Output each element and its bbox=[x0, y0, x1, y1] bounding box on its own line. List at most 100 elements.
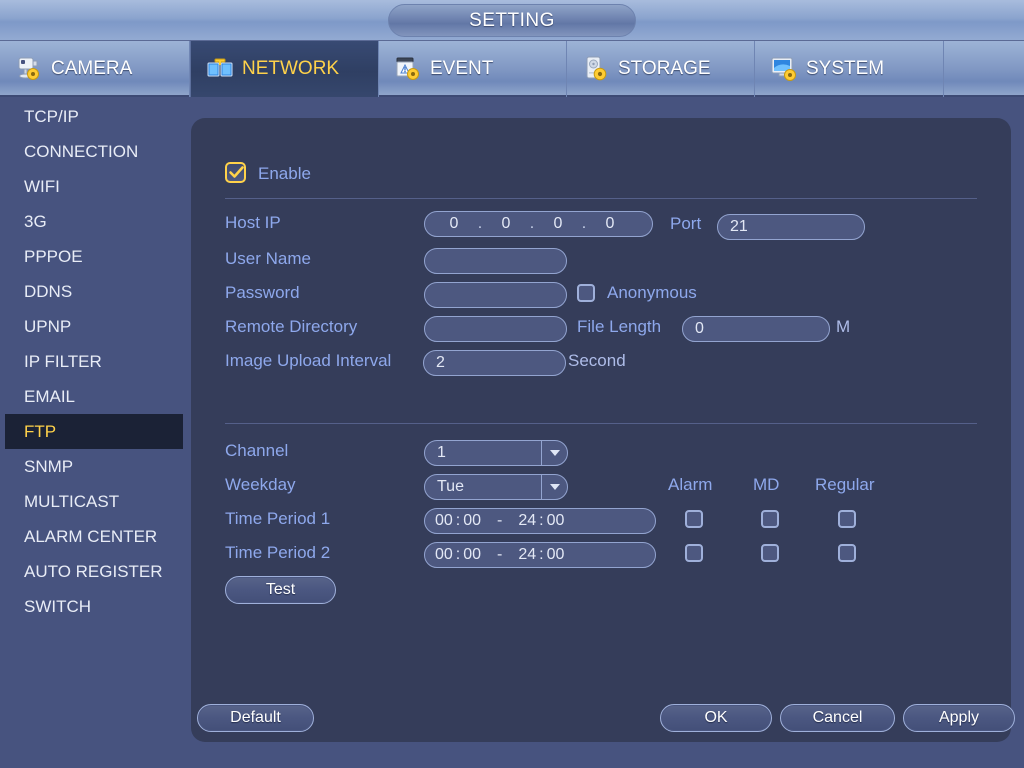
apply-button[interactable]: Apply bbox=[903, 704, 1015, 732]
divider-middle bbox=[225, 423, 977, 424]
tab-camera[interactable]: CAMERA bbox=[0, 41, 190, 97]
tab-system-label: SYSTEM bbox=[806, 58, 885, 79]
chevron-down-icon[interactable] bbox=[541, 441, 567, 465]
column-header-md: MD bbox=[753, 475, 780, 494]
sidebar-item-multicast[interactable]: MULTICAST bbox=[0, 484, 190, 519]
tp2-start-hour: 00 bbox=[435, 546, 453, 563]
harddisk-gear-icon bbox=[581, 54, 611, 84]
user-name-input[interactable] bbox=[424, 248, 567, 274]
time-period-1-regular-checkbox[interactable] bbox=[838, 510, 856, 528]
image-upload-interval-input[interactable]: 2 bbox=[423, 350, 566, 376]
tp2-end-hour: 24 bbox=[518, 546, 537, 563]
time-period-1-alarm-checkbox[interactable] bbox=[685, 510, 703, 528]
ok-button[interactable]: OK bbox=[660, 704, 772, 732]
divider-top bbox=[225, 198, 977, 199]
host-ip-octet-4: 0 bbox=[605, 215, 615, 232]
host-ip-octet-2: 0 bbox=[501, 215, 511, 232]
tab-network[interactable]: NETWORK bbox=[190, 41, 379, 97]
port-label: Port bbox=[670, 214, 702, 233]
time-period-2-regular-checkbox[interactable] bbox=[838, 544, 856, 562]
tab-network-label: NETWORK bbox=[242, 58, 340, 79]
tp2-start-min: 00 bbox=[463, 546, 482, 563]
anonymous-checkbox[interactable] bbox=[577, 284, 595, 302]
tp1-colon-2: : bbox=[539, 512, 544, 529]
cancel-button[interactable]: Cancel bbox=[780, 704, 895, 732]
main-tab-bar: CAMERA NETWORK EVENT STORAGE SYSTEM bbox=[0, 41, 1024, 97]
enable-checkbox[interactable] bbox=[225, 162, 246, 183]
weekday-label: Weekday bbox=[225, 475, 296, 494]
anonymous-label: Anonymous bbox=[607, 283, 697, 302]
camera-gear-icon bbox=[14, 54, 44, 84]
time-period-2-alarm-checkbox[interactable] bbox=[685, 544, 703, 562]
tp2-colon-1: : bbox=[455, 546, 461, 563]
tab-camera-label: CAMERA bbox=[51, 58, 133, 79]
sidebar-item-tcpip[interactable]: TCP/IP bbox=[0, 99, 190, 134]
time-period-2-md-checkbox[interactable] bbox=[761, 544, 779, 562]
sidebar-item-wifi[interactable]: WIFI bbox=[0, 169, 190, 204]
password-input[interactable] bbox=[424, 282, 567, 308]
file-length-unit: M bbox=[836, 317, 851, 336]
tab-storage[interactable]: STORAGE bbox=[567, 41, 755, 97]
weekday-value: Tue bbox=[437, 478, 464, 495]
tab-storage-label: STORAGE bbox=[618, 58, 711, 79]
password-label: Password bbox=[225, 283, 300, 302]
channel-value: 1 bbox=[437, 444, 446, 461]
column-header-regular: Regular bbox=[815, 475, 875, 494]
page-title: SETTING bbox=[388, 4, 636, 37]
image-upload-interval-unit: Second bbox=[568, 351, 626, 370]
setting-window: SETTING CAMERA NETWORK EVENT STORAGE SYS… bbox=[0, 0, 1024, 768]
ftp-settings-panel: Enable Host IP 0 . 0 . 0 . 0 Port 21 Use… bbox=[191, 118, 1015, 742]
host-ip-octet-3: 0 bbox=[553, 215, 563, 232]
time-period-1-md-checkbox[interactable] bbox=[761, 510, 779, 528]
sidebar-item-connection[interactable]: CONNECTION bbox=[0, 134, 190, 169]
sidebar-item-switch[interactable]: SWITCH bbox=[0, 589, 190, 624]
sidebar-item-upnp[interactable]: UPNP bbox=[0, 309, 190, 344]
sidebar-item-3g[interactable]: 3G bbox=[0, 204, 190, 239]
remote-directory-label: Remote Directory bbox=[225, 317, 358, 336]
sidebar-item-email[interactable]: EMAIL bbox=[0, 379, 190, 414]
sidebar-item-auto-register[interactable]: AUTO REGISTER bbox=[0, 554, 190, 589]
network-monitors-icon bbox=[205, 54, 235, 84]
time-period-2-label: Time Period 2 bbox=[225, 543, 331, 562]
title-bar: SETTING bbox=[0, 0, 1024, 41]
channel-label: Channel bbox=[225, 441, 289, 460]
host-ip-dot-3: . bbox=[581, 215, 587, 232]
sidebar-item-ip-filter[interactable]: IP FILTER bbox=[0, 344, 190, 379]
chevron-down-icon[interactable] bbox=[541, 475, 567, 499]
monitor-gear-icon bbox=[769, 54, 799, 84]
file-length-label: File Length bbox=[577, 317, 662, 336]
tp2-colon-2: : bbox=[539, 546, 544, 563]
sidebar-item-alarm-center[interactable]: ALARM CENTER bbox=[0, 519, 190, 554]
image-upload-interval-label: Image Upload Interval bbox=[225, 351, 392, 370]
tab-system[interactable]: SYSTEM bbox=[755, 41, 944, 97]
enable-label: Enable bbox=[258, 164, 311, 183]
sidebar-item-pppoe[interactable]: PPPOE bbox=[0, 239, 190, 274]
port-input[interactable]: 21 bbox=[717, 214, 865, 240]
channel-select[interactable]: 1 bbox=[424, 440, 568, 466]
time-period-1-label: Time Period 1 bbox=[225, 509, 331, 528]
tab-event-label: EVENT bbox=[430, 58, 494, 79]
tp1-dash: - bbox=[497, 512, 503, 529]
tp1-colon-1: : bbox=[455, 512, 461, 529]
file-length-input[interactable]: 0 bbox=[682, 316, 830, 342]
column-header-alarm: Alarm bbox=[668, 475, 713, 494]
host-ip-input[interactable]: 0 . 0 . 0 . 0 bbox=[424, 211, 653, 237]
tp1-start-min: 00 bbox=[463, 512, 482, 529]
remote-directory-input[interactable] bbox=[424, 316, 567, 342]
sidebar-item-snmp[interactable]: SNMP bbox=[0, 449, 190, 484]
tab-bar-filler bbox=[944, 41, 1024, 97]
host-ip-octet-1: 0 bbox=[449, 215, 459, 232]
time-period-2-input[interactable]: 00 : 00 - 24 : 00 bbox=[424, 542, 656, 568]
sidebar-item-ddns[interactable]: DDNS bbox=[0, 274, 190, 309]
time-period-1-input[interactable]: 00 : 00 - 24 : 00 bbox=[424, 508, 656, 534]
sidebar-item-ftp[interactable]: FTP bbox=[5, 414, 183, 449]
tp2-dash: - bbox=[497, 546, 503, 563]
user-name-label: User Name bbox=[225, 249, 311, 268]
tp1-start-hour: 00 bbox=[435, 512, 453, 529]
host-ip-label: Host IP bbox=[225, 213, 281, 232]
tp1-end-min: 00 bbox=[546, 512, 565, 529]
weekday-select[interactable]: Tue bbox=[424, 474, 568, 500]
test-button[interactable]: Test bbox=[225, 576, 336, 604]
tab-event[interactable]: EVENT bbox=[379, 41, 567, 97]
default-button[interactable]: Default bbox=[197, 704, 314, 732]
